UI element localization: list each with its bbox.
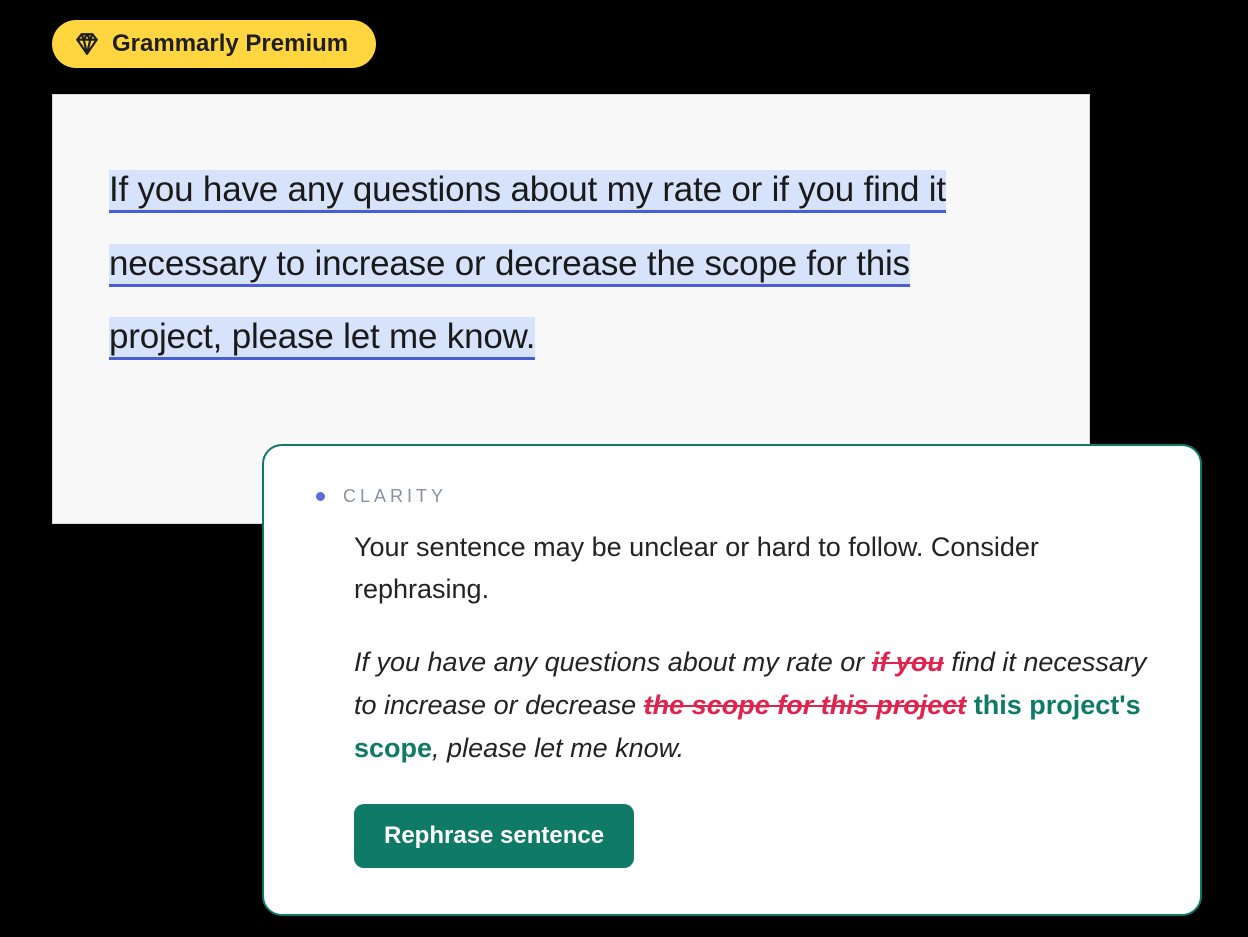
suggestion-category: CLARITY (343, 486, 447, 507)
editor-sentence[interactable]: If you have any questions about my rate … (109, 153, 1015, 374)
highlighted-text[interactable]: If you have any questions about my rate … (109, 170, 946, 360)
suggestion-explanation: Your sentence may be unclear or hard to … (354, 527, 1148, 611)
diamond-icon (74, 31, 100, 57)
premium-badge: Grammarly Premium (52, 20, 376, 68)
rewrite-segment: , please let me know. (432, 733, 684, 763)
suggestion-rewrite: If you have any questions about my rate … (354, 641, 1148, 771)
rephrase-button[interactable]: Rephrase sentence (354, 804, 634, 868)
rewrite-segment: If you have any questions about my rate … (354, 647, 872, 677)
premium-badge-label: Grammarly Premium (112, 30, 348, 58)
suggestion-card: CLARITY Your sentence may be unclear or … (262, 444, 1202, 916)
category-dot-icon (316, 492, 325, 501)
rewrite-strike: the scope for this project (644, 690, 967, 720)
suggestion-header: CLARITY (316, 486, 1148, 507)
rewrite-strike: if you (872, 647, 944, 677)
